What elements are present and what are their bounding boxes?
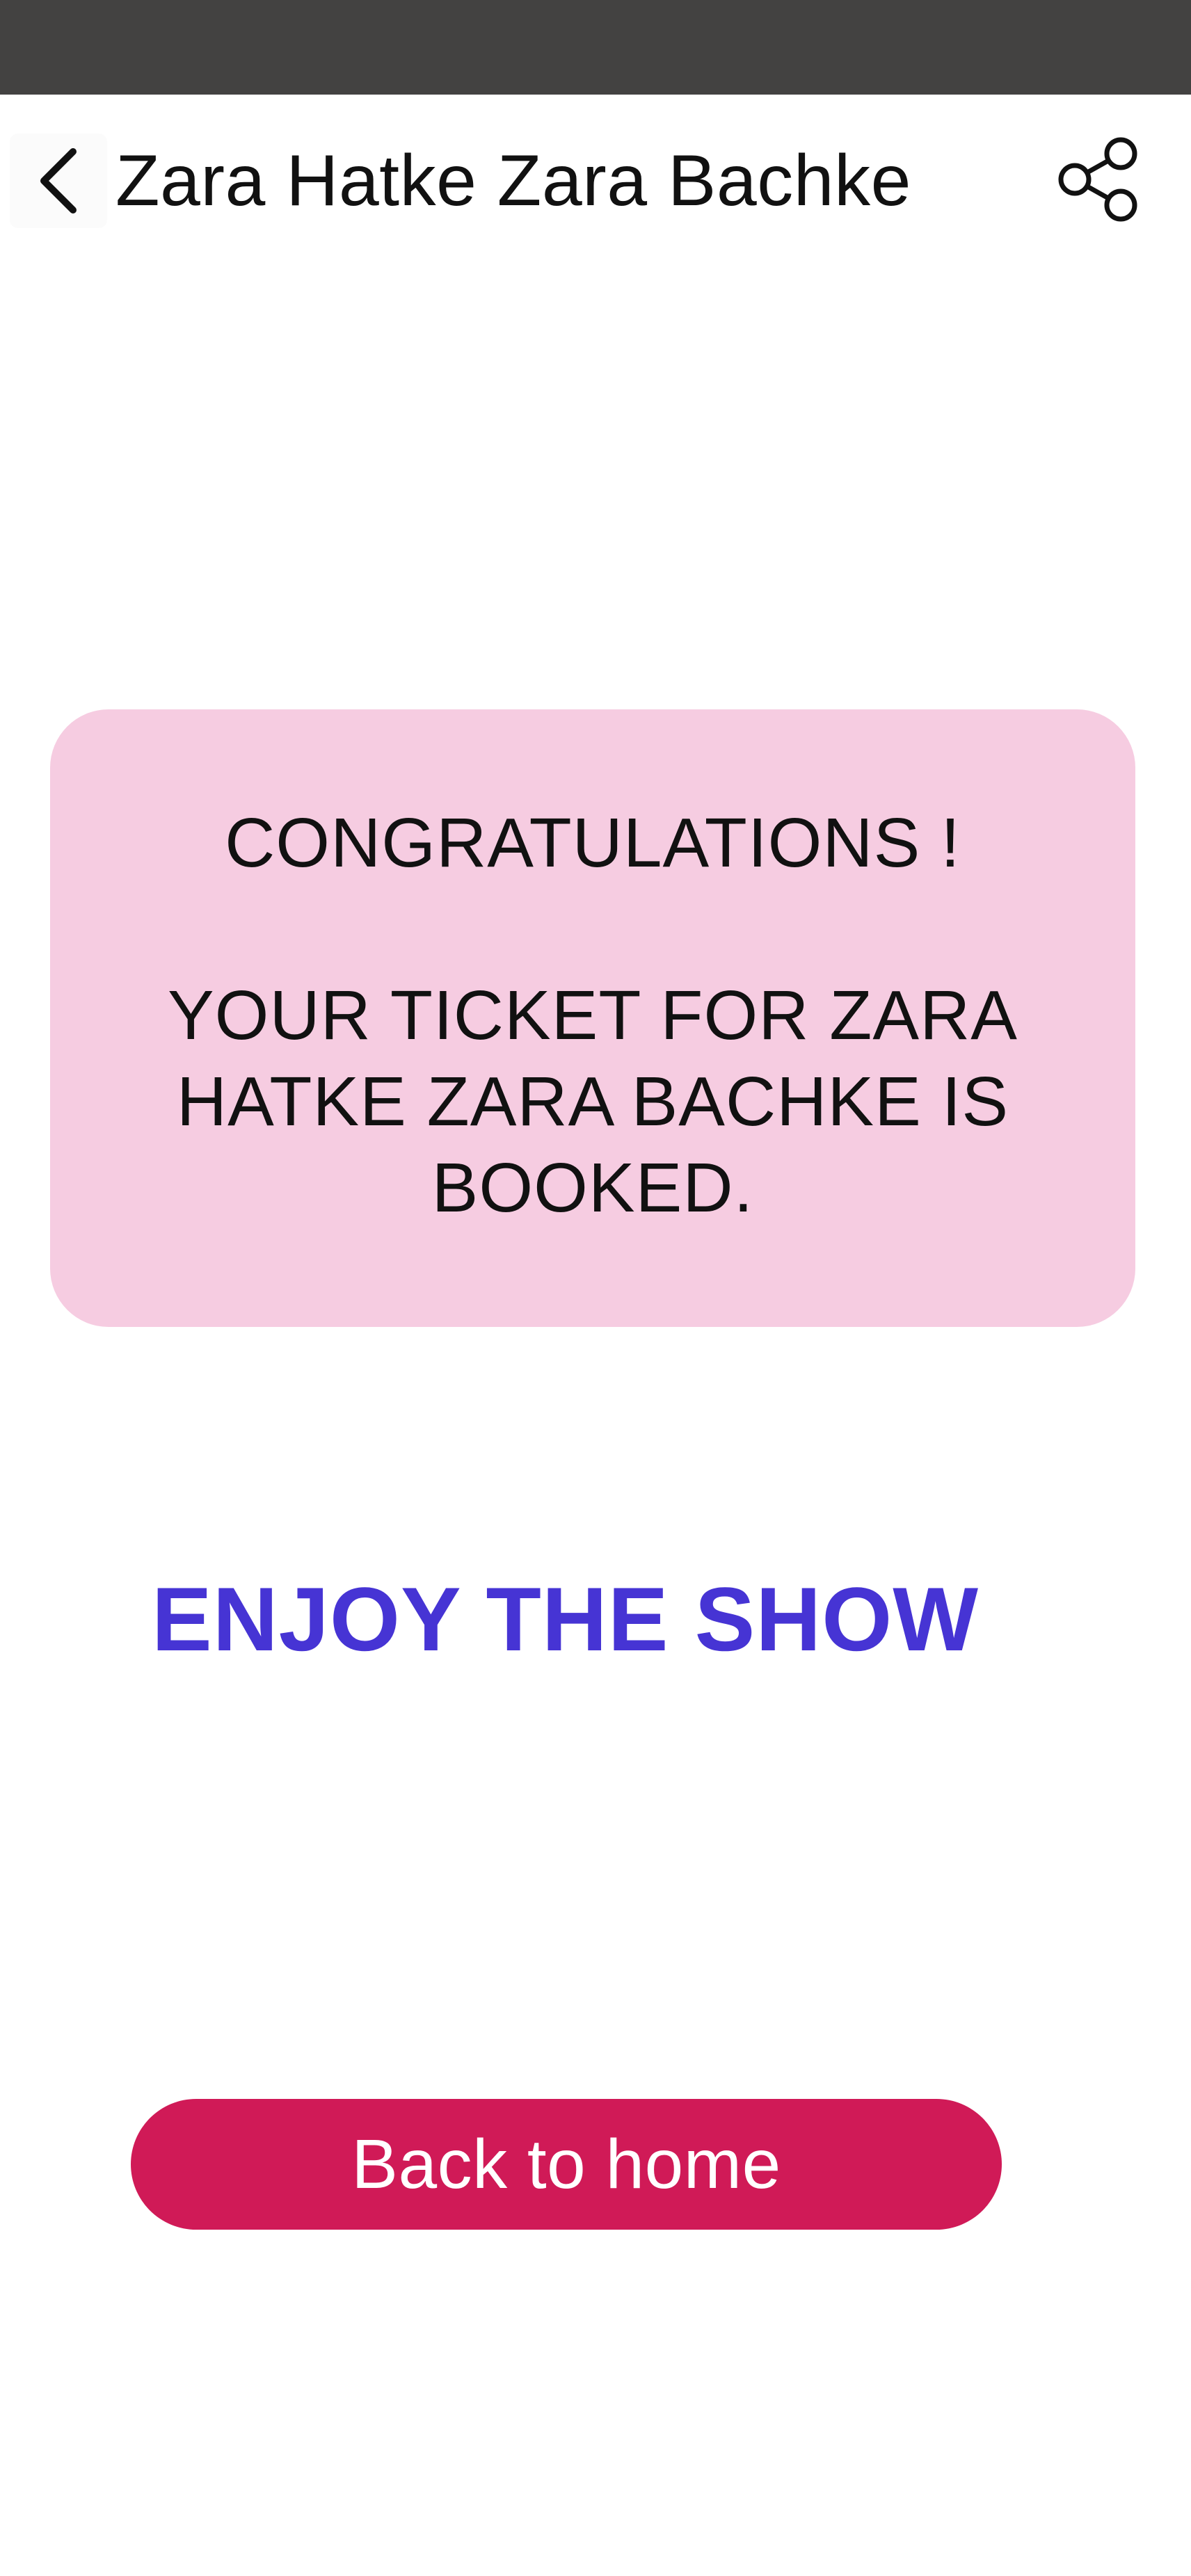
enjoy-heading: ENJOY THE SHOW — [152, 1568, 980, 1670]
confirmation-card: CONGRATULATIONS ! YOUR TICKET FOR ZARA H… — [50, 709, 1135, 1327]
app-header: Zara Hatke Zara Bachke — [0, 132, 1191, 230]
share-button[interactable] — [1044, 132, 1155, 230]
chevron-left-icon — [34, 146, 83, 216]
booking-message: YOUR TICKET FOR ZARA HATKE ZARA BACHKE I… — [167, 976, 1018, 1227]
share-icon — [1054, 134, 1144, 228]
booking-confirmation-screen: Zara Hatke Zara Bachke CONGRATULATIONS !… — [0, 0, 1191, 2576]
back-button[interactable] — [10, 134, 107, 228]
page-title: Zara Hatke Zara Bachke — [115, 140, 911, 221]
congratulations-text: CONGRATULATIONS ! — [225, 804, 961, 882]
back-to-home-button[interactable]: Back to home — [131, 2099, 1002, 2230]
status-bar — [0, 0, 1191, 95]
